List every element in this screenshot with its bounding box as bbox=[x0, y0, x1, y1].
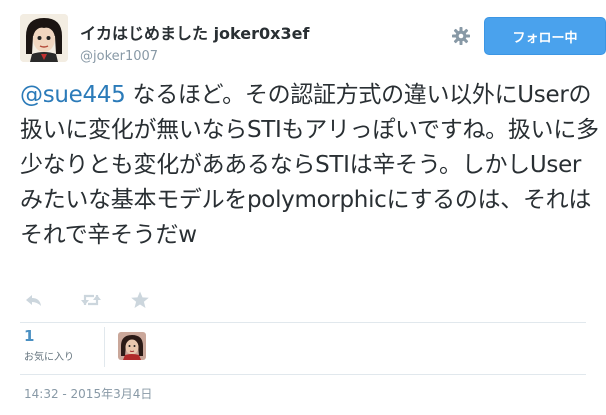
favoriter-avatar[interactable] bbox=[118, 332, 146, 360]
gear-icon[interactable] bbox=[448, 23, 474, 49]
mention-link[interactable]: @sue445 bbox=[20, 82, 126, 108]
stats-separator bbox=[104, 327, 105, 367]
divider-top bbox=[20, 322, 586, 323]
screen-name[interactable]: @joker1007 bbox=[80, 49, 309, 64]
tweet-header: イカはじめました joker0x3ef @joker1007 フォロー中 bbox=[20, 14, 606, 70]
favorites-label[interactable]: お気に入り bbox=[24, 348, 74, 363]
tweet-text: @sue445 なるほど。その認証方式の違い以外にUserの扱いに変化が無いなら… bbox=[20, 78, 600, 253]
reply-icon[interactable] bbox=[24, 290, 44, 310]
following-button[interactable]: フォロー中 bbox=[484, 17, 606, 55]
retweet-icon[interactable] bbox=[80, 290, 101, 310]
star-icon[interactable] bbox=[130, 290, 150, 310]
display-name[interactable]: イカはじめました joker0x3ef bbox=[80, 20, 309, 44]
divider-bottom bbox=[20, 374, 586, 375]
favorites-count[interactable]: 1 bbox=[24, 327, 34, 345]
user-avatar[interactable] bbox=[20, 14, 68, 62]
tweet-timestamp[interactable]: 14:32 - 2015年3月4日 bbox=[24, 385, 152, 402]
user-names: イカはじめました joker0x3ef @joker1007 bbox=[80, 20, 309, 64]
tweet-actions bbox=[24, 290, 224, 312]
tweet-stats: 1 お気に入り bbox=[20, 325, 320, 371]
